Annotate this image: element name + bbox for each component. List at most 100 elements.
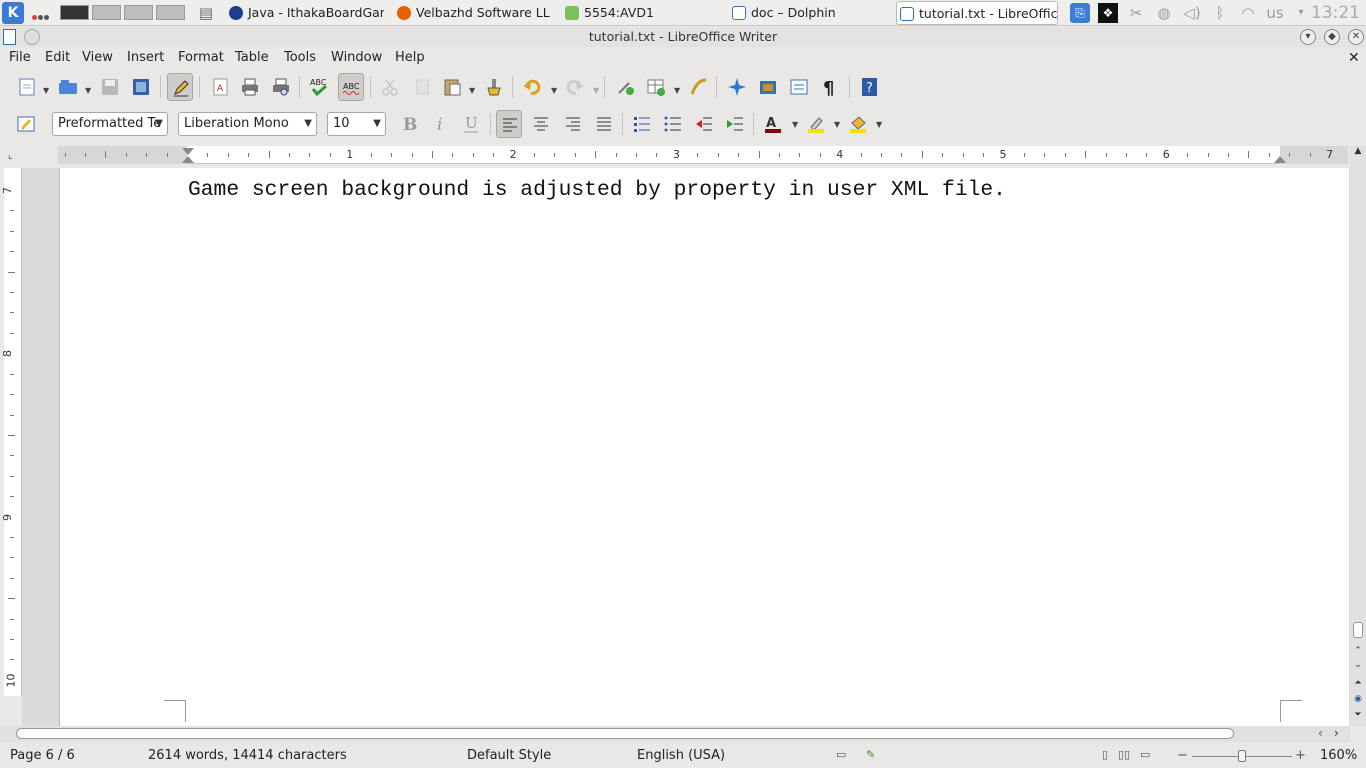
multi-page-view-icon[interactable]: ▯▯ xyxy=(1118,748,1130,761)
scroll-left-icon[interactable]: ‹ xyxy=(1318,726,1323,740)
task-eclipse[interactable]: Java - IthakaBoardGam xyxy=(226,1,384,25)
zoom-in-icon[interactable]: + xyxy=(1295,748,1306,763)
hyperlink-button[interactable] xyxy=(612,73,638,101)
print-button[interactable] xyxy=(237,73,263,101)
justify-button[interactable] xyxy=(591,110,617,138)
horizontal-scrollbar[interactable]: ‹ › xyxy=(0,726,1350,742)
zoom-out-icon[interactable]: − xyxy=(1177,748,1188,763)
clock[interactable]: 13:21 xyxy=(1311,0,1360,26)
task-firefox[interactable]: Velbazhd Software LLC xyxy=(394,1,550,25)
desktop-3-button[interactable] xyxy=(124,5,153,20)
minimize-button[interactable]: ▾ xyxy=(1300,29,1316,45)
vertical-scroll-thumb[interactable] xyxy=(1353,622,1363,638)
paste-button[interactable] xyxy=(439,73,465,101)
chevron-down-icon[interactable]: ▼ xyxy=(551,86,557,95)
spelling-button[interactable]: ABC xyxy=(306,73,332,101)
bluetooth-icon[interactable]: ᛒ xyxy=(1210,3,1230,23)
previous-page-icon[interactable]: ⏶ xyxy=(1352,678,1364,688)
selection-mode-icon[interactable]: ▭ xyxy=(836,748,846,761)
chevron-down-icon[interactable]: ▼ xyxy=(674,86,680,95)
word-count[interactable]: 2614 words, 14414 characters xyxy=(148,748,347,763)
desktop-4-button[interactable] xyxy=(156,5,185,20)
page-number[interactable]: Page 6 / 6 xyxy=(10,748,75,763)
align-right-button[interactable] xyxy=(560,110,586,138)
underline-button[interactable]: U xyxy=(458,110,484,138)
document-page[interactable] xyxy=(59,168,1349,726)
document-text[interactable]: Game screen background is adjusted by pr… xyxy=(188,178,1006,202)
scroll-down-icon[interactable]: ⌄ xyxy=(1352,660,1364,670)
help-button[interactable]: ? xyxy=(856,73,882,101)
window-titlebar[interactable]: tutorial.txt - LibreOffice Writer ▾ ◆ ✕ xyxy=(0,27,1366,47)
scissors-icon[interactable]: ✂ xyxy=(1126,3,1146,23)
font-size-select[interactable]: 10 ▼ xyxy=(327,112,386,136)
background-color-button[interactable] xyxy=(845,110,871,138)
open-button[interactable] xyxy=(55,73,81,101)
undo-button[interactable] xyxy=(519,73,545,101)
task-emulator[interactable]: 5554:AVD1 xyxy=(562,1,662,25)
zoom-slider-knob[interactable] xyxy=(1238,750,1246,762)
chevron-down-icon[interactable]: ▼ xyxy=(85,86,91,95)
volume-icon[interactable]: ◁) xyxy=(1182,3,1202,23)
font-color-button[interactable]: A xyxy=(760,110,786,138)
menu-insert[interactable]: Insert xyxy=(127,50,164,65)
zoom-level[interactable]: 160% xyxy=(1320,748,1357,763)
vertical-scrollbar[interactable] xyxy=(1350,146,1366,726)
clipboard-icon[interactable]: ⎘ xyxy=(1070,3,1090,23)
export-pdf-button[interactable]: A xyxy=(207,73,233,101)
table-button[interactable] xyxy=(643,73,669,101)
notes-icon[interactable]: ▤ xyxy=(196,3,216,23)
scroll-up-icon[interactable]: ⌃ xyxy=(1352,646,1364,656)
menu-table[interactable]: Table xyxy=(235,50,269,65)
save-button[interactable] xyxy=(97,73,123,101)
chevron-down-icon[interactable]: ▾ xyxy=(1291,3,1311,23)
font-name-select[interactable]: Liberation Mono ▼ xyxy=(178,112,317,136)
menu-help[interactable]: Help xyxy=(395,50,425,65)
cut-button[interactable] xyxy=(377,73,403,101)
styles-formatting-button[interactable] xyxy=(13,110,39,138)
vertical-ruler[interactable] xyxy=(4,168,22,696)
print-preview-button[interactable] xyxy=(268,73,294,101)
gallery-button[interactable] xyxy=(755,73,781,101)
activities-icon[interactable] xyxy=(32,9,52,20)
dropbox-icon[interactable]: ❖ xyxy=(1098,3,1118,23)
wifi-icon[interactable]: ◠ xyxy=(1238,3,1258,23)
align-left-button[interactable] xyxy=(496,110,522,138)
draw-functions-button[interactable] xyxy=(686,73,712,101)
chevron-down-icon[interactable]: ▼ xyxy=(792,120,798,129)
decrease-indent-button[interactable] xyxy=(691,110,717,138)
scroll-up-icon[interactable]: ▲ xyxy=(1352,146,1364,156)
language[interactable]: English (USA) xyxy=(637,748,725,763)
keyboard-layout[interactable]: us xyxy=(1263,3,1287,23)
single-page-view-icon[interactable]: ▯ xyxy=(1102,748,1108,761)
menu-file[interactable]: File xyxy=(9,50,31,65)
redo-button[interactable] xyxy=(562,73,588,101)
chevron-down-icon[interactable]: ▼ xyxy=(834,120,840,129)
menu-edit[interactable]: Edit xyxy=(45,50,70,65)
align-center-button[interactable] xyxy=(528,110,554,138)
increase-indent-button[interactable] xyxy=(722,110,748,138)
new-document-button[interactable] xyxy=(14,73,40,101)
data-sources-button[interactable] xyxy=(786,73,812,101)
close-document-icon[interactable]: ✕ xyxy=(1348,50,1360,66)
next-page-icon[interactable]: ⏷ xyxy=(1352,710,1364,720)
book-view-icon[interactable]: ▭ xyxy=(1140,748,1150,761)
export-button[interactable] xyxy=(128,73,154,101)
bold-button[interactable]: B xyxy=(396,110,422,138)
task-dolphin[interactable]: doc – Dolphin xyxy=(729,1,847,25)
menu-format[interactable]: Format xyxy=(178,50,224,65)
horizontal-ruler[interactable] xyxy=(58,146,1348,164)
menu-view[interactable]: View xyxy=(82,50,113,65)
edit-mode-button[interactable] xyxy=(167,73,193,101)
close-window-button[interactable]: ✕ xyxy=(1348,29,1364,45)
scroll-right-icon[interactable]: › xyxy=(1334,726,1339,740)
document-modified-icon[interactable]: ✎ xyxy=(866,748,875,761)
chevron-down-icon[interactable]: ▼ xyxy=(43,86,49,95)
chevron-down-icon[interactable]: ▼ xyxy=(469,86,475,95)
task-writer[interactable]: tutorial.txt - LibreOffic xyxy=(896,1,1058,25)
bullets-button[interactable] xyxy=(660,110,686,138)
page-style[interactable]: Default Style xyxy=(467,748,551,763)
navigation-icon[interactable]: ◉ xyxy=(1352,694,1364,704)
right-indent-handle[interactable] xyxy=(1274,156,1286,163)
tab-stop-icon[interactable]: ⌞ xyxy=(8,150,13,161)
highlighting-button[interactable] xyxy=(803,110,829,138)
